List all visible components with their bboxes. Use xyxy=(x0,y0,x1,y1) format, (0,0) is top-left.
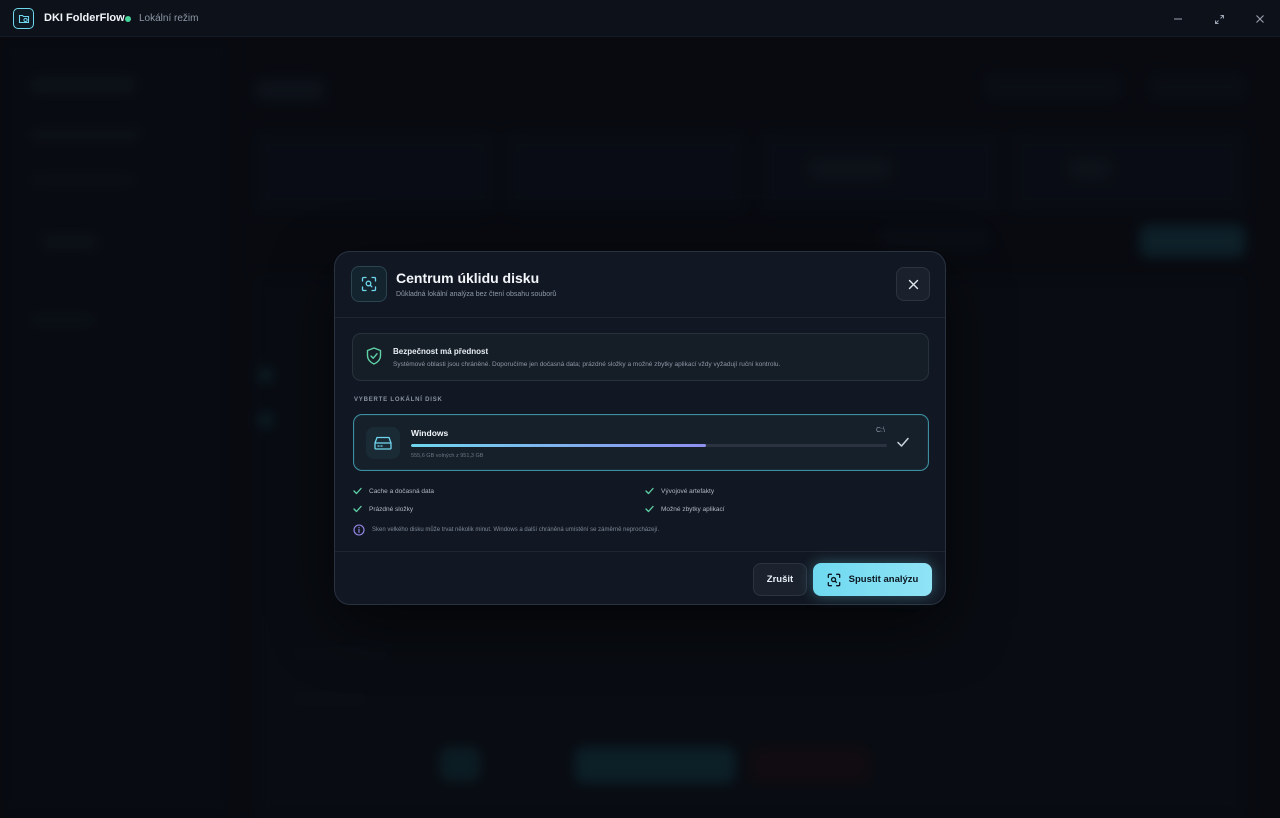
disk-letter: C:\ xyxy=(876,427,885,434)
status-dot xyxy=(125,16,131,22)
check-icon xyxy=(897,437,909,447)
minimize-button[interactable] xyxy=(1168,9,1188,29)
status-text: Lokální režim xyxy=(139,13,199,24)
disk-section-label: VYBERTE LOKÁLNÍ DISK xyxy=(354,397,443,403)
header-divider xyxy=(335,317,945,318)
disk-usage-text: 555,6 GB volných z 951,3 GB xyxy=(411,453,484,459)
info-text: Sken velkého disku může trvat několik mi… xyxy=(372,527,660,533)
start-analysis-label: Spustit analýzu xyxy=(848,574,919,585)
shield-check-icon xyxy=(366,347,382,365)
app-name: DKI FolderFlow xyxy=(44,12,125,24)
info-note: Sken velkého disku může trvat několik mi… xyxy=(353,524,659,536)
dialog-title: Centrum úklidu disku xyxy=(396,270,540,286)
check-icon xyxy=(645,505,654,513)
feature-label: Možné zbytky aplikací xyxy=(661,505,725,513)
feature-item: Cache a dočasná data xyxy=(353,487,434,495)
disk-cleanup-dialog: Centrum úklidu disku Důkladná lokální an… xyxy=(334,251,946,605)
close-icon xyxy=(1256,15,1264,23)
safety-notice: Bezpečnost má přednost Systémové oblasti… xyxy=(352,333,929,381)
close-icon xyxy=(908,279,918,289)
feature-label: Vývojové artefakty xyxy=(661,487,715,495)
close-window-button[interactable] xyxy=(1250,9,1270,29)
safety-text: Systémové oblasti jsou chráněné. Doporuč… xyxy=(393,361,781,368)
feature-label: Cache a dočasná data xyxy=(369,487,435,495)
feature-item: Vývojové artefakty xyxy=(645,487,714,495)
maximize-button[interactable] xyxy=(1209,9,1229,29)
check-icon xyxy=(353,487,362,495)
dialog-subtitle: Důkladná lokální analýza bez čtení obsah… xyxy=(396,291,557,298)
scan-icon xyxy=(351,266,387,302)
cancel-button[interactable]: Zrušit xyxy=(753,563,807,596)
hard-drive-icon xyxy=(366,427,400,459)
expand-icon xyxy=(1214,14,1224,24)
feature-label: Prázdné složky xyxy=(369,505,414,513)
scan-icon xyxy=(827,573,840,586)
safety-title: Bezpečnost má přednost xyxy=(393,347,489,356)
footer-divider xyxy=(335,551,945,552)
minimize-icon xyxy=(1174,18,1182,20)
check-icon xyxy=(353,505,362,513)
feature-item: Prázdné složky xyxy=(353,505,413,513)
app-logo-icon xyxy=(13,8,34,29)
disk-option-windows[interactable]: Windows C:\ 555,6 GB volných z 951,3 GB xyxy=(353,414,929,471)
check-icon xyxy=(645,487,654,495)
info-icon xyxy=(353,524,365,536)
dialog-close-button[interactable] xyxy=(896,267,930,301)
disk-usage-bar xyxy=(411,444,887,447)
disk-name: Windows xyxy=(411,428,449,438)
feature-item: Možné zbytky aplikací xyxy=(645,505,725,513)
title-bar: DKI FolderFlow Lokální režim xyxy=(0,0,1280,37)
disk-usage-fill xyxy=(411,444,707,447)
start-analysis-button[interactable]: Spustit analýzu xyxy=(813,563,932,596)
